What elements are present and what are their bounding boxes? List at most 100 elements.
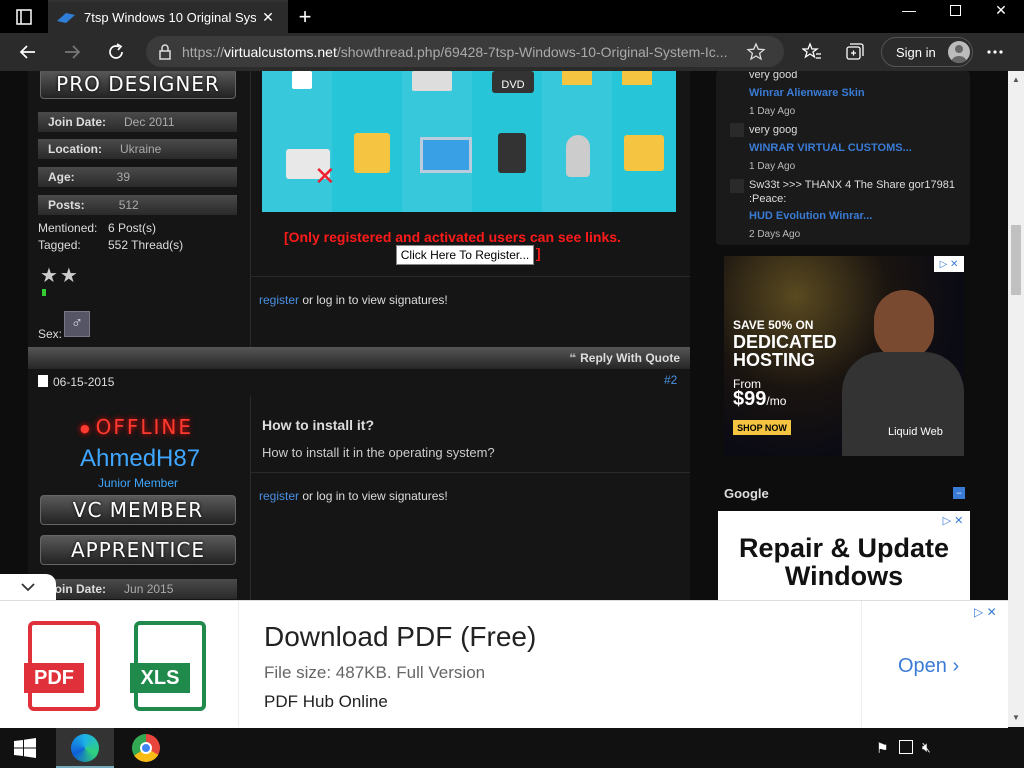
repair-windows-ad[interactable]: ▷ ✕ Repair & Update Windows (718, 511, 970, 601)
chrome-icon[interactable] (132, 734, 160, 762)
tab-actions-icon (16, 9, 32, 25)
collapse-section-icon[interactable]: − (953, 487, 965, 499)
registration-bracket: ] (536, 245, 541, 261)
ad-choices-icon[interactable]: ▷ ✕ (974, 605, 997, 619)
post-image: DVD ✕ (262, 71, 676, 212)
activity-comment: very goog (749, 124, 798, 136)
refresh-icon (109, 43, 123, 59)
refresh-button[interactable] (100, 37, 132, 67)
ad-collapse-button[interactable] (0, 574, 56, 600)
pdf-file-icon: PDF (24, 621, 100, 711)
page-scrollbar[interactable]: ▲ (1008, 71, 1024, 727)
register-link[interactable]: register (259, 293, 299, 307)
ad-person-head (874, 290, 934, 360)
post-number-link[interactable]: #2 (664, 373, 677, 387)
activity-link[interactable]: WINRAR VIRTUAL CUSTOMS... (749, 142, 912, 154)
user-title: Junior Member (98, 476, 179, 490)
tab-title: 7tsp Windows 10 Original System (84, 10, 256, 25)
ad-choices-icon[interactable]: ▷ ✕ (934, 256, 964, 272)
google-section-title: Google (724, 486, 769, 501)
ad-headline: Repair & Update (738, 533, 950, 563)
forward-button[interactable] (56, 37, 88, 67)
tab-actions-button[interactable] (8, 5, 40, 29)
join-date-row: Join Date: Jun 2015 (38, 579, 237, 599)
tab-close-icon[interactable]: ✕ (256, 6, 280, 30)
sd-card-icon (498, 133, 526, 173)
monitors-icon (420, 137, 472, 173)
ad-price: $99/mo (733, 388, 787, 410)
reply-with-quote-button[interactable]: ❝ Reply With Quote (569, 351, 680, 365)
volume-muted-icon[interactable]: 🔇︎ (922, 739, 931, 756)
ad-choices-icon[interactable]: ▷ ✕ (938, 513, 968, 527)
activity-time: 1 Day Ago (749, 106, 796, 117)
ad-publisher: PDF Hub Online (264, 692, 388, 711)
activity-time: 2 Days Ago (749, 229, 801, 240)
window-close-icon[interactable]: ✕ (978, 0, 1024, 20)
network-icon[interactable] (899, 740, 913, 754)
maximize-icon[interactable] (932, 0, 978, 20)
ad-shop-now-button[interactable]: SHOP NOW (733, 420, 791, 435)
lock-icon (159, 43, 171, 60)
favorites-button[interactable] (796, 37, 828, 67)
username-link[interactable]: AhmedH87 (80, 445, 200, 473)
scrollbar-thumb[interactable] (1011, 225, 1021, 295)
register-link[interactable]: register (259, 489, 299, 503)
join-date-row: Join Date: Dec 2011 (38, 112, 237, 132)
click-to-register-button[interactable]: Click Here To Register... (396, 245, 534, 265)
web-page: PRO DESIGNER Join Date: Dec 2011 Location… (0, 71, 1008, 601)
scroll-down-icon[interactable]: ▼ (1012, 713, 1020, 722)
user-folder-icon (624, 135, 664, 171)
activity-link[interactable]: Winrar Alienware Skin (749, 87, 865, 99)
posts-row: Posts: 512 (38, 195, 237, 215)
hosting-ad[interactable]: ▷ ✕ SAVE 50% ON DEDICATED HOSTING From $… (724, 256, 964, 456)
settings-more-button[interactable] (979, 37, 1011, 67)
ad-headline: Windows (784, 561, 904, 591)
add-favorite-icon[interactable] (746, 41, 766, 62)
location-row: Location: Ukraine (38, 139, 237, 159)
sign-in-button[interactable]: Sign in (881, 37, 973, 67)
ad-brand-logo: Liquid Web (888, 426, 943, 438)
post-doc-icon (38, 375, 48, 387)
url-text: https://virtualcustoms.net/showthread.ph… (182, 43, 728, 60)
rank-badge-apprentice: APPRENTICE (40, 535, 236, 565)
tagged-value: 552 Thread(s) (108, 238, 184, 252)
address-bar[interactable]: https://virtualcustoms.net/showthread.ph… (146, 36, 784, 67)
chevron-right-icon: › (952, 655, 960, 677)
ad-open-button[interactable]: Open › (898, 655, 959, 678)
dvd-drive-icon: DVD (492, 71, 534, 93)
action-flag-icon[interactable]: ⚑ (876, 740, 889, 757)
activity-avatar (730, 179, 744, 193)
activity-avatar (730, 123, 744, 137)
drive-icon (412, 71, 452, 91)
taskbar-edge-button[interactable] (56, 728, 114, 768)
tab-strip: 7tsp Windows 10 Original System ✕ + — ✕ (0, 0, 1024, 33)
reputation-bar (42, 289, 46, 296)
activity-link[interactable]: HUD Evolution Winrar... (749, 210, 872, 222)
browser-tab[interactable]: 7tsp Windows 10 Original System ✕ (48, 0, 288, 33)
post-title: How to install it? (262, 417, 374, 433)
scroll-up-icon[interactable]: ▲ (1012, 75, 1020, 84)
signature-divider (250, 472, 690, 473)
chess-pawn-icon (566, 135, 590, 177)
profile-avatar-icon (947, 41, 970, 63)
red-x-icon: ✕ (314, 161, 336, 191)
new-tab-button[interactable]: + (289, 3, 321, 30)
post-date: 06-15-2015 (53, 375, 115, 389)
reputation-stars-icon: ★★ (40, 265, 80, 287)
activity-comment: very good (749, 71, 798, 81)
ad-headline: HOSTING (733, 350, 816, 370)
ad-file-size: File size: 487KB. Full Version (264, 663, 486, 682)
ad-person-body (842, 352, 964, 456)
windows-start-button[interactable] (14, 738, 36, 763)
collections-button[interactable] (838, 37, 870, 67)
age-row: Age: 39 (38, 167, 237, 187)
folder-star-icon (622, 71, 652, 85)
ad-headline: SAVE 50% ON (733, 318, 814, 332)
post-body: How to install it in the operating syste… (262, 445, 495, 460)
post-action-bar: ❝ Reply With Quote (28, 347, 690, 369)
minimize-icon[interactable]: — (886, 0, 932, 20)
bottom-banner-ad[interactable]: PDF XLS Download PDF (Free) File size: 4… (0, 600, 1008, 728)
rank-badge-vc-member: VC MEMBER (40, 495, 236, 525)
more-dots-icon (987, 50, 1003, 54)
back-button[interactable] (12, 37, 44, 67)
